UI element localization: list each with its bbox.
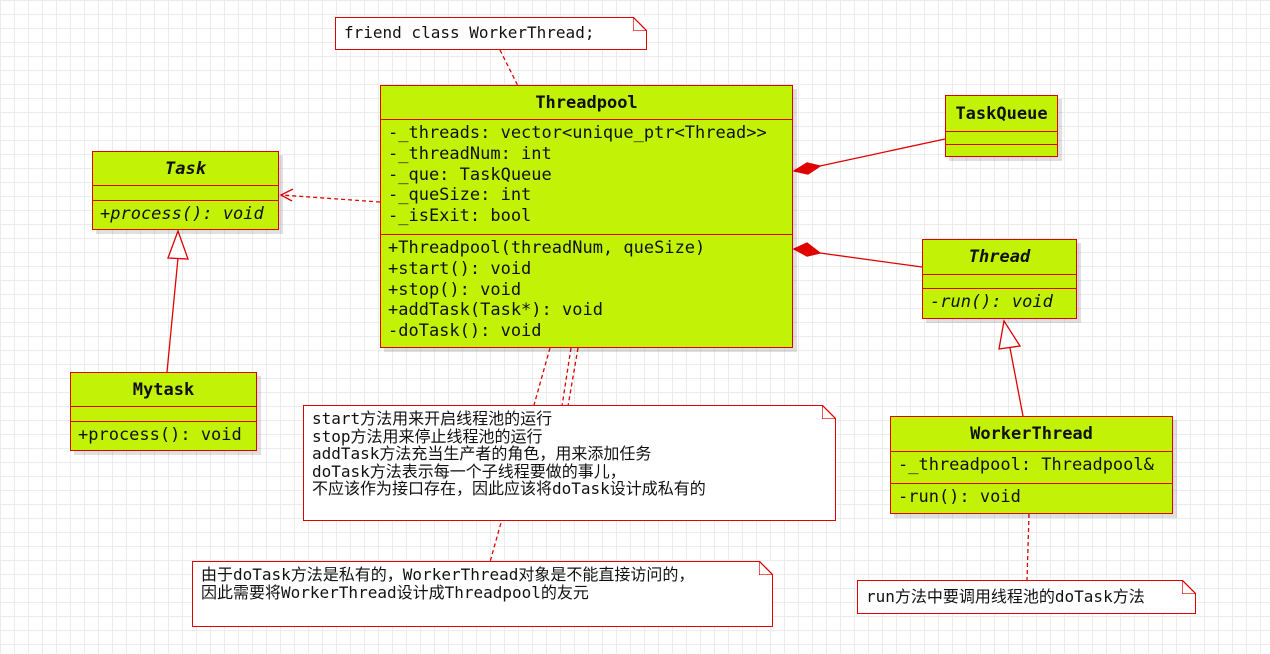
class-thread-name: Thread <box>923 240 1076 275</box>
attribute: -_threadpool: Threadpool& <box>898 455 1154 475</box>
class-mytask-attributes <box>71 407 256 422</box>
class-task-name: Task <box>93 152 278 186</box>
composition-diamond-thread <box>792 242 822 257</box>
class-threadpool-operations: +Threadpool(threadNum, queSize) +start()… <box>381 235 792 345</box>
note-text: run方法中要调用线程池的doTask方法 <box>866 587 1145 606</box>
class-taskqueue-name: TaskQueue <box>946 96 1057 132</box>
class-mytask-operations: +process(): void <box>71 422 256 449</box>
note-fold-icon <box>1182 580 1196 594</box>
class-workerthread-attributes: -_threadpool: Threadpool& <box>891 452 1172 484</box>
note-fold-icon <box>633 17 647 31</box>
composition-taskqueue <box>819 138 946 167</box>
operation: +process(): void <box>78 425 242 445</box>
note-text: start方法用来开启线程池的运行 <box>312 409 553 428</box>
class-taskqueue-operations <box>946 145 1057 156</box>
note-fold-icon <box>759 561 773 575</box>
class-workerthread-name: WorkerThread <box>891 417 1172 452</box>
class-taskqueue-attributes <box>946 132 1057 145</box>
class-mytask[interactable]: Mytask +process(): void <box>70 372 257 451</box>
class-task[interactable]: Task +process(): void <box>92 151 279 230</box>
operation: +stop(): void <box>388 279 522 300</box>
class-taskqueue[interactable]: TaskQueue <box>945 95 1058 157</box>
composition-diamond-taskqueue <box>792 162 822 175</box>
note-text: 由于doTask方法是私有的，WorkerThread对象是不能直接访问的， <box>201 565 695 584</box>
attribute: -_isExit: bool <box>388 206 532 227</box>
class-threadpool[interactable]: Threadpool -_threads: vector<unique_ptr<… <box>380 85 793 348</box>
class-thread-operations: -run(): void <box>923 289 1076 316</box>
composition-thread <box>819 252 923 268</box>
run-note-anchor <box>1026 513 1030 581</box>
class-task-operations: +process(): void <box>93 201 278 228</box>
generalization-triangle-task <box>167 229 189 260</box>
attribute: -_que: TaskQueue <box>388 164 552 185</box>
note-friend-class[interactable]: friend class WorkerThread; <box>335 17 647 50</box>
class-threadpool-name: Threadpool <box>381 86 792 120</box>
operation: -run(): void <box>930 292 1053 312</box>
note-text: addTask方法充当生产者的角色，用来添加任务 <box>312 444 652 464</box>
note-fold-icon <box>822 405 836 419</box>
operation: -run(): void <box>898 487 1021 507</box>
note-text: 因此需要将WorkerThread设计成Threadpool的友元 <box>201 582 589 602</box>
dependency-threadpool-task <box>280 194 381 203</box>
note-text: doTask方法表示每一个子线程要做的事儿， <box>312 461 626 481</box>
friend-note-anchor <box>499 49 519 87</box>
note-text: 不应该作为接口存在，因此应该将doTask设计成私有的 <box>312 479 706 499</box>
class-threadpool-attributes: -_threads: vector<unique_ptr<Thread>> -_… <box>381 120 792 235</box>
note-text: friend class WorkerThread; <box>344 23 595 42</box>
attribute: -_threadNum: int <box>388 143 552 164</box>
note-text: stop方法用来停止线程池的运行 <box>312 426 543 446</box>
class-task-attributes <box>93 186 278 201</box>
operation: +process(): void <box>100 204 264 224</box>
operation: -doTask(): void <box>388 321 542 342</box>
class-thread[interactable]: Thread -run(): void <box>922 239 1077 319</box>
class-workerthread[interactable]: WorkerThread -_threadpool: Threadpool& -… <box>890 416 1173 514</box>
note-method-descriptions[interactable]: start方法用来开启线程池的运行 stop方法用来停止线程池的运行 addTa… <box>303 405 836 521</box>
class-workerthread-operations: -run(): void <box>891 484 1172 511</box>
generalization-workerthread-thread <box>1009 347 1024 417</box>
class-thread-attributes <box>923 275 1076 289</box>
note-run-method[interactable]: run方法中要调用线程池的doTask方法 <box>857 580 1196 614</box>
attribute: -_queSize: int <box>388 185 532 206</box>
note-dotask-private[interactable]: 由于doTask方法是私有的，WorkerThread对象是不能直接访问的， 因… <box>192 561 773 627</box>
class-mytask-name: Mytask <box>71 373 256 407</box>
attribute: -_threads: vector<unique_ptr<Thread>> <box>388 123 767 143</box>
operation: +Threadpool(threadNum, queSize) <box>388 238 706 258</box>
operation: +start(): void <box>388 258 532 279</box>
generalization-triangle-thread <box>998 319 1022 350</box>
operation: +addTask(Task*): void <box>388 300 603 321</box>
generalization-mytask-task <box>166 257 179 373</box>
